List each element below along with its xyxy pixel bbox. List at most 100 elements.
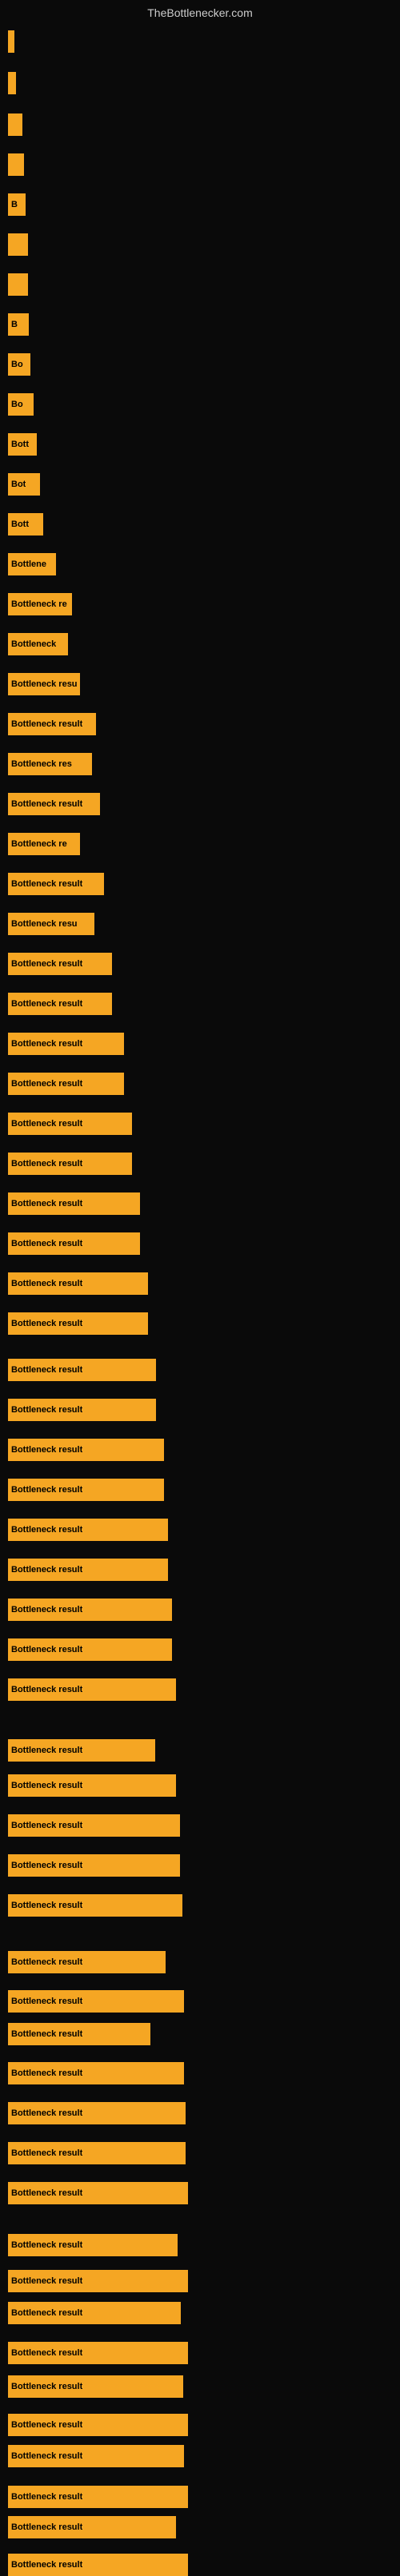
bar-label: B bbox=[11, 320, 18, 329]
bar-label: Bottleneck result bbox=[11, 2522, 82, 2532]
bar-item bbox=[8, 113, 22, 136]
bar-label: Bottleneck result bbox=[11, 1957, 82, 1967]
bar-item: Bottleneck result bbox=[8, 1439, 164, 1461]
bar-item: Bo bbox=[8, 353, 30, 376]
bar-item: Bottleneck result bbox=[8, 1312, 148, 1335]
bar-label: Bottleneck result bbox=[11, 799, 82, 809]
bar-item: Bottleneck result bbox=[8, 1854, 180, 1877]
bar-item: Bottleneck result bbox=[8, 1272, 148, 1295]
bar-label: Bottleneck result bbox=[11, 1781, 82, 1790]
bar-item: Bottleneck result bbox=[8, 2486, 188, 2508]
bar-item: Bottleneck result bbox=[8, 1739, 155, 1762]
bar-label: Bottleneck result bbox=[11, 2240, 82, 2250]
bar-item bbox=[8, 233, 28, 256]
bar-label: Bottleneck result bbox=[11, 1525, 82, 1535]
bar-label: Bott bbox=[11, 520, 29, 529]
bar-item: Bottleneck result bbox=[8, 1232, 140, 1255]
bar-item bbox=[8, 30, 14, 53]
bar-item: Bottleneck result bbox=[8, 2234, 178, 2256]
bar-item: Bottleneck result bbox=[8, 1399, 156, 1421]
bar-item: Bott bbox=[8, 513, 43, 536]
bar-label: Bottleneck result bbox=[11, 999, 82, 1009]
bar-label: Bottleneck result bbox=[11, 1746, 82, 1755]
bar-label: Bottleneck result bbox=[11, 1485, 82, 1495]
bar-item: Bottleneck result bbox=[8, 1678, 176, 1701]
bar-label: Bott bbox=[11, 440, 29, 449]
bar-label: Bottleneck result bbox=[11, 1605, 82, 1614]
bar-label: Bottleneck result bbox=[11, 1861, 82, 1870]
bar-item: Bottleneck resu bbox=[8, 913, 94, 935]
bar-item: Bottleneck result bbox=[8, 873, 104, 895]
bar-item: Bottleneck result bbox=[8, 1073, 124, 1095]
bar-item: Bottleneck result bbox=[8, 1990, 184, 2013]
bar-item: Bottleneck result bbox=[8, 1192, 140, 1215]
bar-label: Bottleneck result bbox=[11, 2148, 82, 2158]
bar-label: Bottleneck result bbox=[11, 879, 82, 889]
bar-label: Bo bbox=[11, 400, 23, 409]
bar-label: Bottleneck result bbox=[11, 2068, 82, 2078]
bar-item: Bottleneck result bbox=[8, 1814, 180, 1837]
bar-item bbox=[8, 72, 16, 94]
bar-label: Bottleneck result bbox=[11, 1365, 82, 1375]
bar-label: Bottleneck result bbox=[11, 1997, 82, 2006]
bar-item: Bottleneck re bbox=[8, 593, 72, 615]
bar-item: Bottlene bbox=[8, 553, 56, 575]
bar-item: Bottleneck result bbox=[8, 953, 112, 975]
bar-label: Bottleneck resu bbox=[11, 919, 78, 929]
bar-label: Bottleneck result bbox=[11, 1079, 82, 1089]
bar-item: B bbox=[8, 193, 26, 216]
bar-item: Bottleneck result bbox=[8, 793, 100, 815]
bar-item: Bottleneck result bbox=[8, 2182, 188, 2204]
bar-label: Bottlene bbox=[11, 559, 46, 569]
bar-label: Bottleneck result bbox=[11, 1239, 82, 1248]
bar-item: B bbox=[8, 313, 29, 336]
bar-label: Bottleneck result bbox=[11, 1645, 82, 1654]
bar-item: Bottleneck result bbox=[8, 2516, 176, 2538]
bar-item: Bottleneck result bbox=[8, 2023, 150, 2045]
bar-item: Bottleneck result bbox=[8, 1153, 132, 1175]
bar-item: Bottleneck result bbox=[8, 1638, 172, 1661]
bar-item: Bottleneck result bbox=[8, 2142, 186, 2164]
bar-label: Bo bbox=[11, 360, 23, 369]
bar-label: Bottleneck result bbox=[11, 2188, 82, 2198]
bar-item: Bottleneck result bbox=[8, 2062, 184, 2084]
bar-item: Bottleneck result bbox=[8, 2102, 186, 2124]
bar-label: Bottleneck result bbox=[11, 2382, 82, 2391]
bar-item: Bottleneck result bbox=[8, 1113, 132, 1135]
bar-label: Bot bbox=[11, 480, 26, 489]
bar-item: Bot bbox=[8, 473, 40, 496]
bar-item: Bottleneck result bbox=[8, 2554, 188, 2576]
chart-area: TheBottlenecker.com B B Bo Bo Bott Bot Bott Bot… bbox=[0, 0, 400, 2558]
bar-item bbox=[8, 273, 28, 296]
bar-label: Bottleneck result bbox=[11, 2108, 82, 2118]
bar-item: Bottleneck result bbox=[8, 713, 96, 735]
bar-item: Bottleneck result bbox=[8, 1519, 168, 1541]
bar-item: Bottleneck result bbox=[8, 2445, 184, 2467]
bar-label: Bottleneck resu bbox=[11, 679, 78, 689]
bar-label: Bottleneck result bbox=[11, 1039, 82, 1049]
bar-label: Bottleneck result bbox=[11, 1119, 82, 1129]
bar-label: Bottleneck result bbox=[11, 2029, 82, 2039]
bar-label: Bottleneck result bbox=[11, 2348, 82, 2358]
bar-label: Bottleneck bbox=[11, 639, 56, 649]
bar-item: Bo bbox=[8, 393, 34, 416]
bar-label: Bottleneck result bbox=[11, 1565, 82, 1575]
bar-label: Bottleneck result bbox=[11, 959, 82, 969]
bar-label: Bottleneck result bbox=[11, 2420, 82, 2430]
bar-item: Bottleneck result bbox=[8, 2342, 188, 2364]
bar-item: Bottleneck result bbox=[8, 1559, 168, 1581]
bar-label: Bottleneck result bbox=[11, 2492, 82, 2502]
bar-item: Bottleneck result bbox=[8, 1359, 156, 1381]
bar-item: Bottleneck result bbox=[8, 1479, 164, 1501]
site-title: TheBottlenecker.com bbox=[0, 0, 400, 22]
bar-item: Bottleneck result bbox=[8, 2270, 188, 2292]
bar-label: Bottleneck result bbox=[11, 1279, 82, 1288]
bar-item: Bottleneck result bbox=[8, 1033, 124, 1055]
bar-item: Bottleneck result bbox=[8, 1599, 172, 1621]
bar-label: Bottleneck result bbox=[11, 2560, 82, 2570]
bar-item: Bottleneck result bbox=[8, 2302, 181, 2324]
bar-item bbox=[8, 153, 24, 176]
bar-label: Bottleneck result bbox=[11, 1821, 82, 1830]
bar-item: Bottleneck bbox=[8, 633, 68, 655]
bar-label: Bottleneck result bbox=[11, 1159, 82, 1169]
